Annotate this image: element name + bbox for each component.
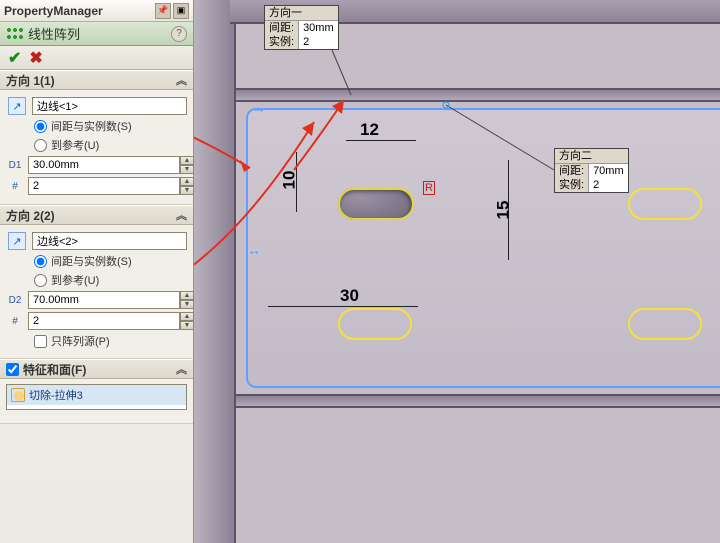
ok-cancel-bar: ✔ ✖ <box>0 46 193 70</box>
property-manager-panel: PropertyManager 📌 ▣ 线性阵列 ? ✔ ✖ 方向 1(1) ︽… <box>0 0 194 543</box>
collapse-icon[interactable]: ▣ <box>173 3 189 19</box>
reverse-direction2-button[interactable]: ↗ <box>8 232 26 250</box>
dir2-ref-radio-input[interactable] <box>34 274 47 287</box>
only-seed-checkbox[interactable]: 只阵列源(P) <box>34 333 187 349</box>
only-seed-label: 只阵列源(P) <box>51 333 110 349</box>
dir2-spacing-label: 间距与实例数(S) <box>51 253 132 269</box>
chevron-up-icon: ︽ <box>176 361 187 377</box>
dir1-ref-label: 到参考(U) <box>51 137 99 153</box>
count2-icon: # <box>6 313 24 329</box>
dir1-count-spinner[interactable]: ▲▼ <box>28 177 194 195</box>
features-body: 切除-拉伸3 <box>0 379 193 424</box>
feature-name: 线性阵列 <box>28 24 80 43</box>
count1-icon: # <box>6 178 24 194</box>
direction1-body: ↗ 间距与实例数(S) 到参考(U) D1 ▲▼ # ▲▼ <box>0 90 193 205</box>
dir2-spacing-input[interactable] <box>28 291 180 309</box>
dir1-spacing-spinner[interactable]: ▲▼ <box>28 156 194 174</box>
dir1-spacing-input[interactable] <box>28 156 180 174</box>
spacing-d1-icon: D1 <box>6 157 24 173</box>
direction2-edge-field[interactable] <box>32 232 187 250</box>
features-enable-checkbox[interactable] <box>6 363 19 376</box>
dir2-spacing-radio-input[interactable] <box>34 255 47 268</box>
spin-up-icon[interactable]: ▲ <box>180 312 194 321</box>
callout1-inst-val[interactable]: 2 <box>299 35 331 49</box>
cut-extrude-icon <box>11 388 25 402</box>
direction2-title: 方向 2(2) <box>6 207 55 224</box>
pin-icon[interactable]: 📌 <box>155 3 171 19</box>
callout2-spacing-val[interactable]: 70mm <box>589 164 628 178</box>
dir2-count-spinner[interactable]: ▲▼ <box>28 312 194 330</box>
feature-item-cut-extrude[interactable]: 切除-拉伸3 <box>7 385 186 405</box>
callout2-spacing-key: 间距: <box>555 164 589 178</box>
dir1-spacing-radio-input[interactable] <box>34 120 47 133</box>
features-listbox[interactable]: 切除-拉伸3 <box>6 384 187 410</box>
dir2-spacing-spinner[interactable]: ▲▼ <box>28 291 194 309</box>
linear-pattern-icon <box>6 27 24 41</box>
direction1-edge-field[interactable] <box>32 97 187 115</box>
callout-direction2[interactable]: 方向二 间距:70mm 实例:2 <box>554 148 629 193</box>
chevron-up-icon: ︽ <box>176 207 187 223</box>
callout2-title: 方向二 <box>555 149 628 164</box>
pm-header: PropertyManager 📌 ▣ <box>0 0 193 22</box>
spin-down-icon[interactable]: ▼ <box>180 300 194 309</box>
dir2-ref-label: 到参考(U) <box>51 272 99 288</box>
callout1-spacing-key: 间距: <box>265 21 299 35</box>
dir2-spacing-radio[interactable]: 间距与实例数(S) <box>34 253 187 269</box>
callout1-spacing-val[interactable]: 30mm <box>299 21 338 35</box>
cancel-button[interactable]: ✖ <box>29 48 42 68</box>
callout1-inst-key: 实例: <box>265 35 299 49</box>
features-title: 特征和面(F) <box>23 361 86 378</box>
dir1-spacing-radio[interactable]: 间距与实例数(S) <box>34 118 187 134</box>
graphics-viewport[interactable]: 12 10 15 30 R 方向一 间距:30mm 实例:2 方向二 间距:70… <box>194 0 720 543</box>
spacing-d2-icon: D2 <box>6 292 24 308</box>
reverse-direction1-button[interactable]: ↗ <box>8 97 26 115</box>
dir2-ref-radio[interactable]: 到参考(U) <box>34 272 187 288</box>
callout1-title: 方向一 <box>265 6 338 21</box>
pm-title: PropertyManager <box>4 4 103 18</box>
only-seed-checkbox-input[interactable] <box>34 335 47 348</box>
spin-up-icon[interactable]: ▲ <box>180 156 194 165</box>
features-header[interactable]: 特征和面(F) ︽ <box>0 359 193 379</box>
direction1-header[interactable]: 方向 1(1) ︽ <box>0 70 193 90</box>
feature-title-bar: 线性阵列 ? <box>0 22 193 46</box>
feature-item-label: 切除-拉伸3 <box>29 387 83 403</box>
direction1-title: 方向 1(1) <box>6 72 55 89</box>
chevron-up-icon: ︽ <box>176 72 187 88</box>
dir1-ref-radio[interactable]: 到参考(U) <box>34 137 187 153</box>
spin-down-icon[interactable]: ▼ <box>180 186 194 195</box>
red-annotation-arrows <box>194 0 720 420</box>
dir1-ref-radio-input[interactable] <box>34 139 47 152</box>
spin-up-icon[interactable]: ▲ <box>180 177 194 186</box>
callout2-inst-val[interactable]: 2 <box>589 178 621 192</box>
callout2-inst-key: 实例: <box>555 178 589 192</box>
callout-direction1[interactable]: 方向一 间距:30mm 实例:2 <box>264 5 339 50</box>
dir1-spacing-label: 间距与实例数(S) <box>51 118 132 134</box>
direction2-body: ↗ 间距与实例数(S) 到参考(U) D2 ▲▼ # ▲▼ <box>0 225 193 359</box>
spin-down-icon[interactable]: ▼ <box>180 165 194 174</box>
spin-up-icon[interactable]: ▲ <box>180 291 194 300</box>
dir1-count-input[interactable] <box>28 177 180 195</box>
ok-button[interactable]: ✔ <box>8 48 21 68</box>
spin-down-icon[interactable]: ▼ <box>180 321 194 330</box>
direction2-header[interactable]: 方向 2(2) ︽ <box>0 205 193 225</box>
dir2-count-input[interactable] <box>28 312 180 330</box>
help-icon[interactable]: ? <box>171 26 187 42</box>
